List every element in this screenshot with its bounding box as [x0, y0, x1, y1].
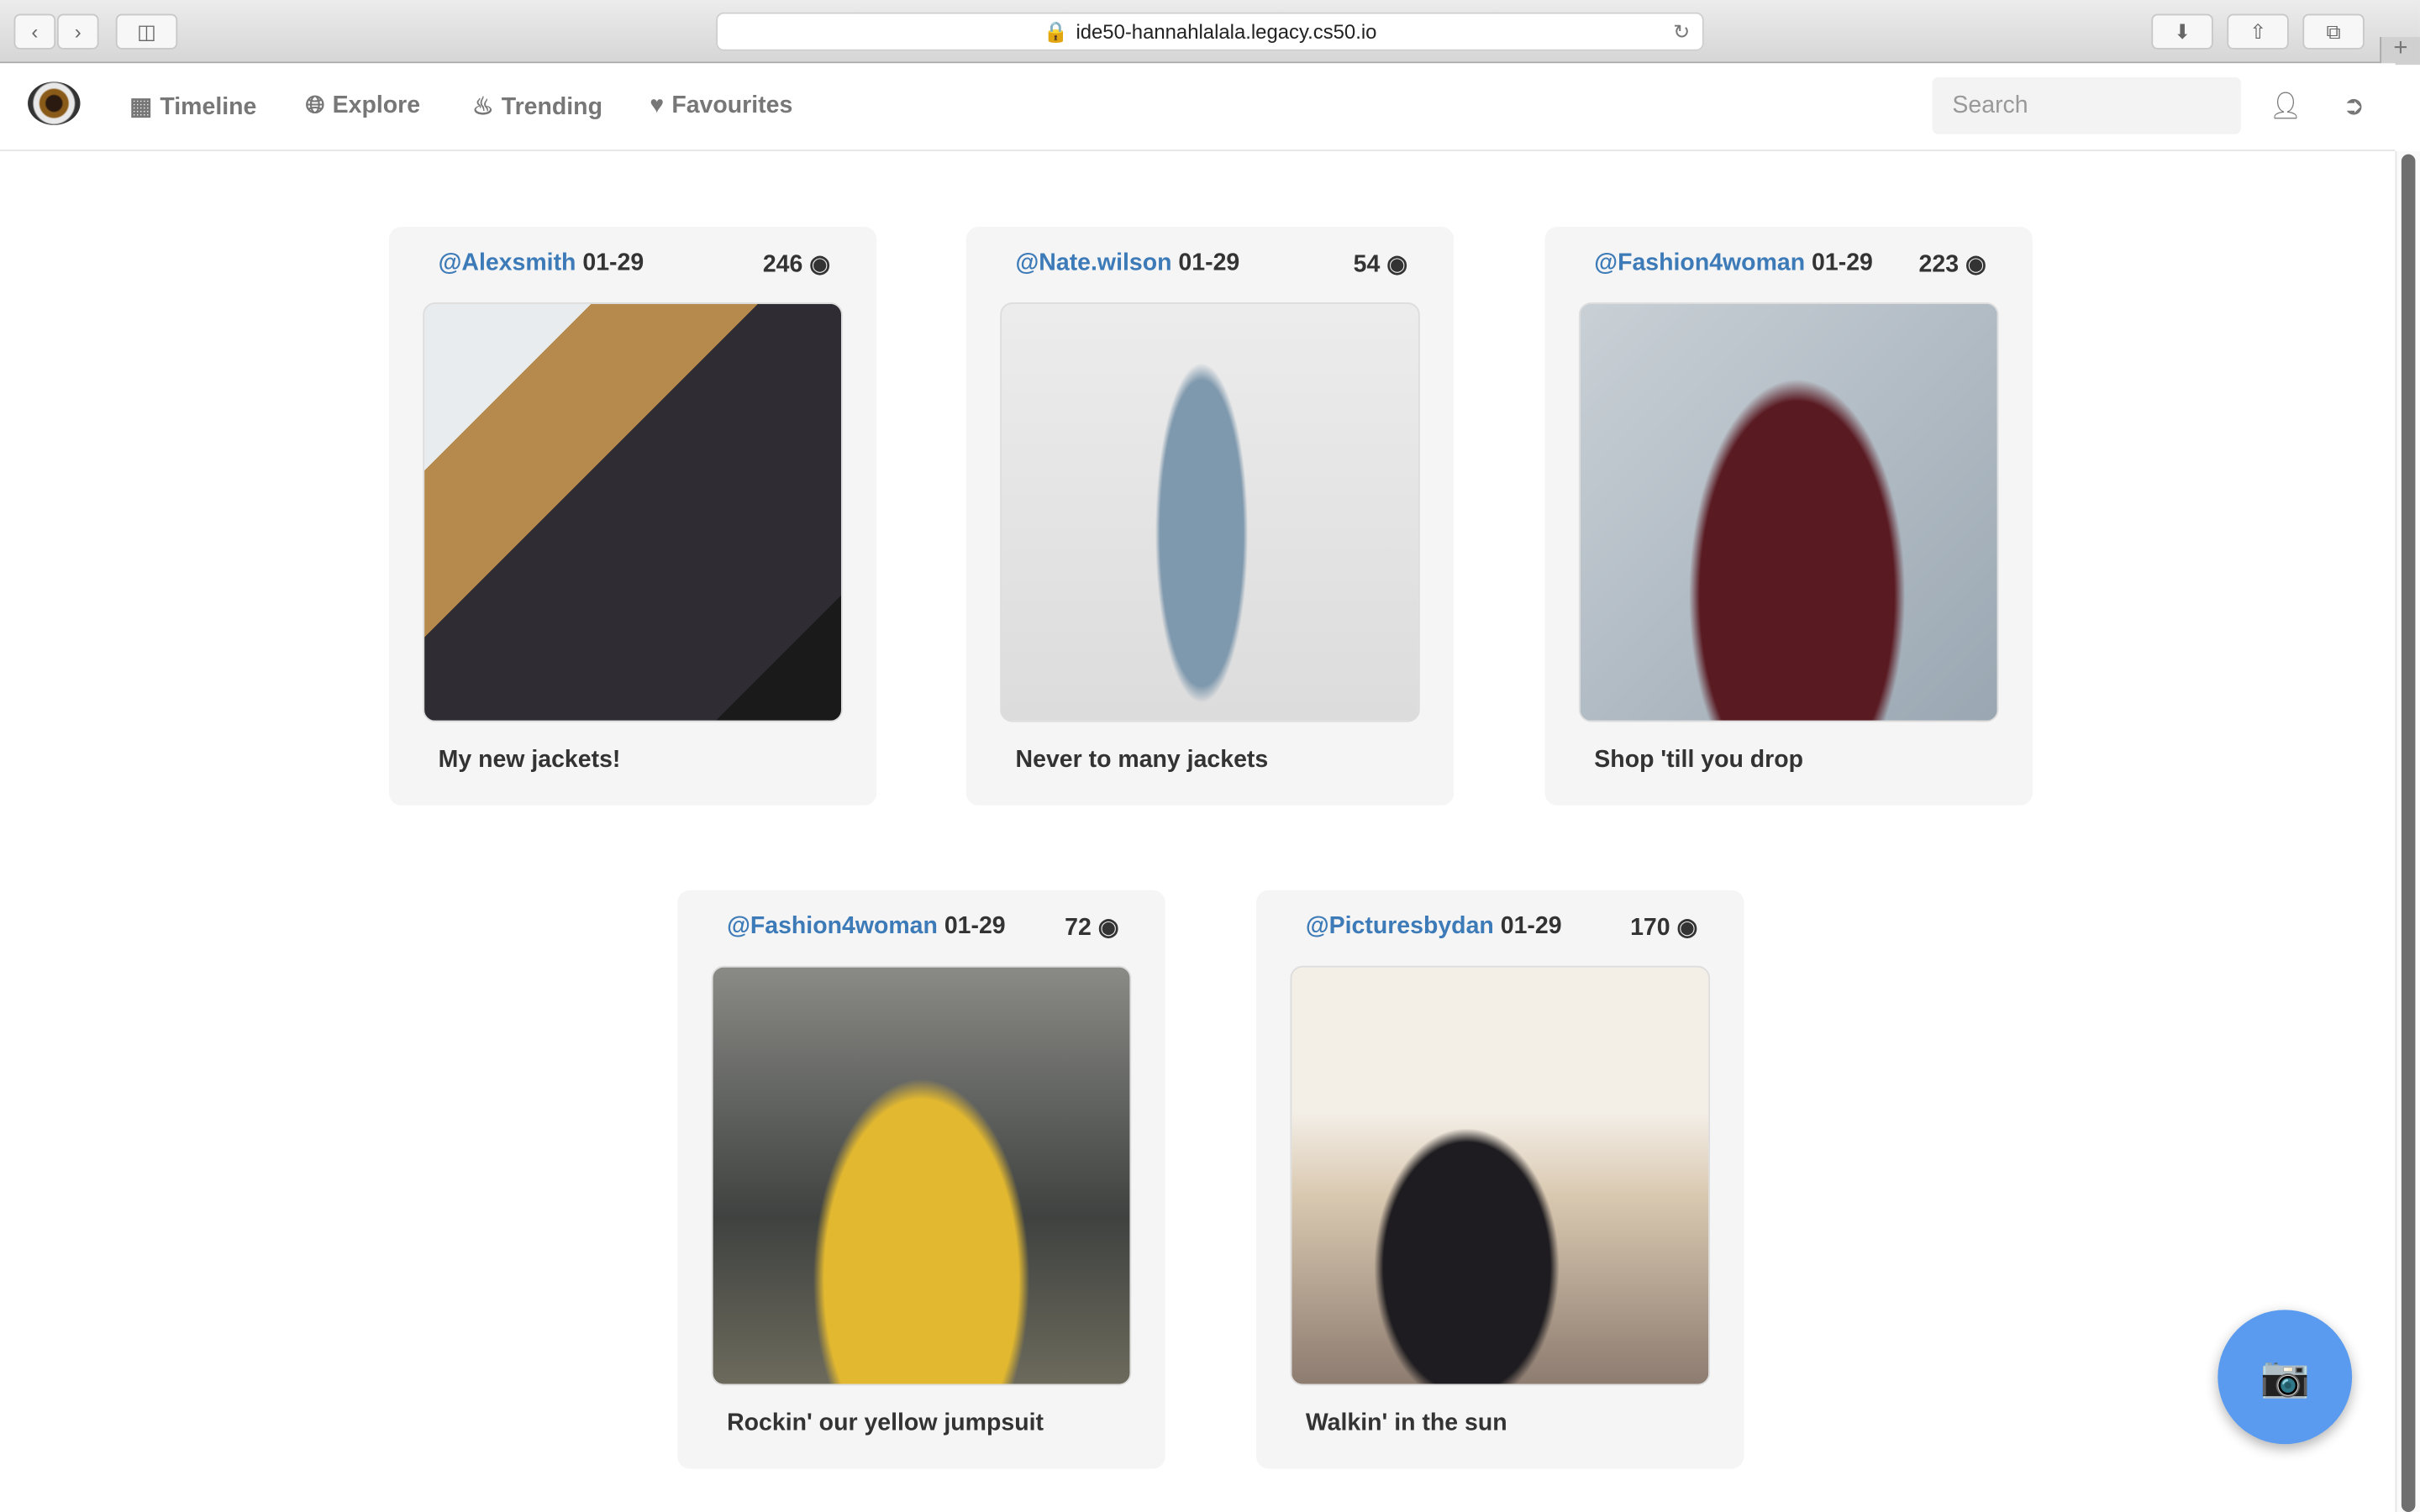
post-caption: Rockin' our yellow jumpsuit [727, 1410, 1044, 1436]
browser-toolbar: ‹ › ◫ 🔒 ide50-hannahlalala.legacy.cs50.io… [0, 0, 2420, 66]
post-card: @Nate.wilson 01-29 54 ◉ Never to many jac… [965, 226, 1455, 806]
nav-trending[interactable]: ♨ Trending [472, 92, 602, 122]
lock-icon: 🔒 [1043, 18, 1069, 43]
view-count: 170 [1630, 915, 1670, 942]
eye-icon: ◉ [1965, 251, 1986, 278]
post-date: 01-29 [1812, 249, 1873, 276]
share-icon[interactable]: ⇧ [2227, 13, 2289, 50]
reload-icon[interactable]: ↻ [1673, 19, 1690, 44]
sidebar-toggle-icon[interactable]: ◫ [115, 13, 178, 50]
forward-button[interactable]: › [56, 13, 99, 50]
eye-logo-icon[interactable] [28, 81, 81, 125]
post-date: 01-29 [582, 249, 644, 276]
view-count: 54 [1353, 251, 1381, 278]
post-username[interactable]: @Fashion4woman [1594, 250, 1805, 276]
address-bar[interactable]: 🔒 ide50-hannahlalala.legacy.cs50.io ↻ [716, 12, 1704, 51]
post-card: @Picturesbydan 01-29 170 ◉ Walkin' in the… [1256, 890, 1744, 1469]
navbar: ▦ Timeline 🌐︎ Explore ♨ Trending ♥ Favourite… [0, 63, 2396, 151]
eye-icon: ◉ [1097, 915, 1119, 942]
post-card: @Alexsmith 01-29 246 ◉ My new jackets! [388, 226, 877, 806]
scrollbar[interactable] [2395, 150, 2420, 1512]
camera-upload-button[interactable]: 📷 [2217, 1310, 2353, 1445]
scrollbar-thumb[interactable] [2401, 154, 2416, 1512]
view-count: 246 [762, 251, 803, 278]
nav-favourites[interactable]: ♥ Favourites [650, 92, 792, 120]
globe-icon: 🌐︎ [305, 92, 325, 119]
heart-icon: ♥ [650, 92, 665, 119]
eye-icon: ◉ [809, 251, 831, 278]
post-caption: Never to many jackets [1015, 746, 1269, 774]
post-card: @Fashion4woman 01-29 72 ◉ Rockin' our yel… [677, 890, 1165, 1469]
post-photo[interactable] [1578, 302, 1999, 722]
post-username[interactable]: @Nate.wilson [1016, 250, 1172, 276]
post-photo[interactable] [1290, 965, 1711, 1386]
post-card: @Fashion4woman 01-29 223 ◉ Shop 'till you… [1544, 226, 2033, 806]
new-tab-button[interactable]: + [2380, 36, 2420, 66]
user-icon[interactable]: 👤︎ [2269, 91, 2302, 122]
post-photo[interactable] [423, 302, 843, 722]
url-text: ide50-hannahlalala.legacy.cs50.io [1076, 19, 1377, 44]
eye-icon: ◉ [1676, 915, 1698, 942]
post-date: 01-29 [1178, 249, 1240, 276]
tabs-icon[interactable]: ⧉ [2302, 13, 2365, 50]
download-icon[interactable]: ⬇ [2151, 13, 2213, 50]
camera-icon: 📷 [2260, 1352, 2310, 1399]
eye-icon: ◉ [1386, 251, 1408, 278]
nav-explore[interactable]: 🌐︎ Explore [306, 92, 420, 120]
nav-timeline[interactable]: ▦ Timeline [129, 92, 256, 122]
post-caption: Walkin' in the sun [1305, 1410, 1507, 1436]
logout-icon[interactable]: ➲ [2343, 91, 2365, 122]
grid-icon: ▦ [129, 94, 153, 121]
post-username[interactable]: @Alexsmith [439, 250, 576, 276]
post-photo[interactable] [1000, 302, 1420, 722]
post-date: 01-29 [1500, 913, 1562, 940]
search-input[interactable] [1932, 76, 2241, 134]
post-username[interactable]: @Fashion4woman [727, 913, 938, 939]
back-button[interactable]: ‹ [13, 13, 56, 50]
view-count: 72 [1065, 915, 1092, 942]
post-username[interactable]: @Picturesbydan [1306, 913, 1494, 939]
post-caption: Shop 'till you drop [1594, 746, 1804, 774]
view-count: 223 [1918, 251, 1960, 278]
post-caption: My new jackets! [438, 746, 621, 774]
post-date: 01-29 [944, 913, 1006, 940]
post-photo[interactable] [711, 965, 1132, 1386]
fire-icon: ♨ [472, 94, 494, 121]
